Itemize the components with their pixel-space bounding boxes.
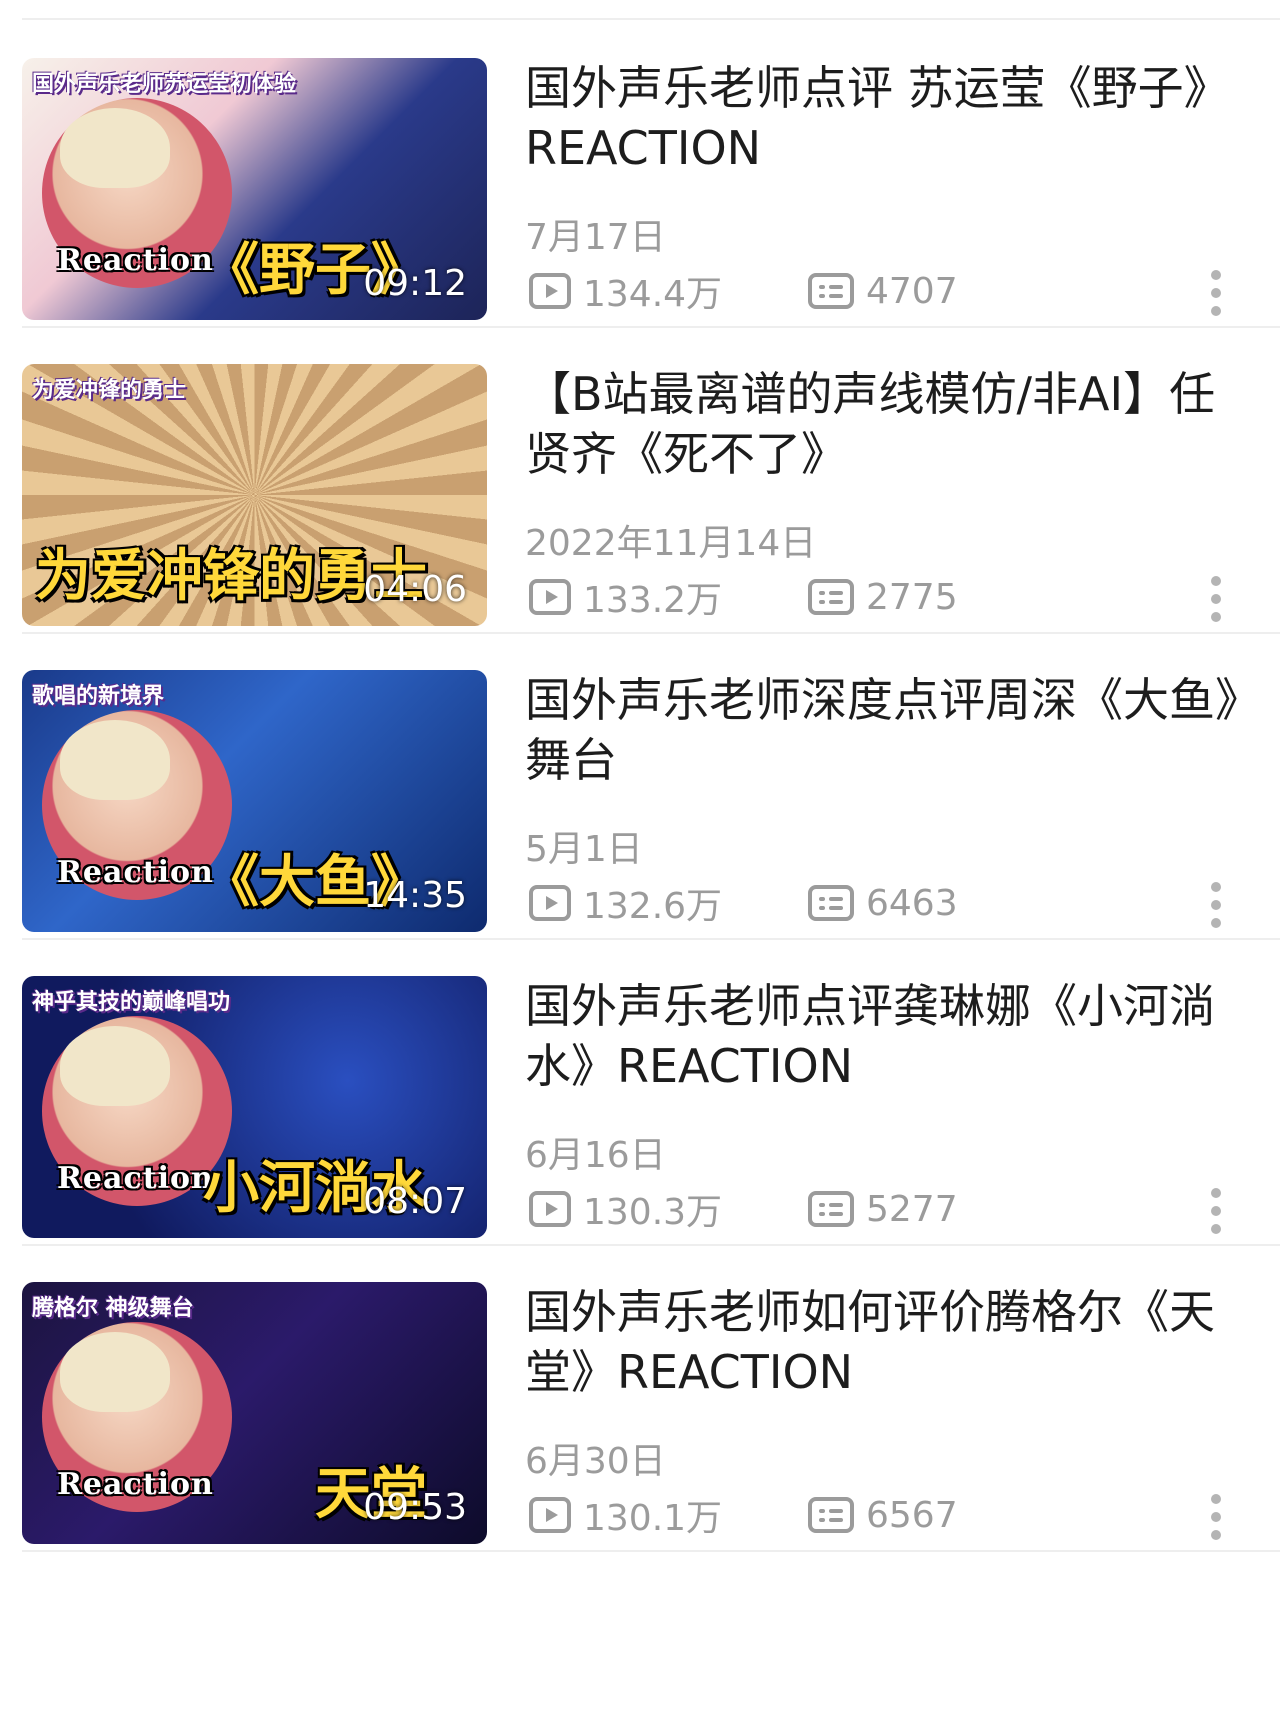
video-title[interactable]: 【B站最离谱的声线模仿/非AI】任贤齐《死不了》 bbox=[525, 364, 1240, 484]
video-duration: 08:07 bbox=[363, 1181, 467, 1222]
play-count-icon bbox=[529, 1191, 571, 1227]
danmaku-count-text: 4707 bbox=[866, 270, 958, 312]
video-list: 国外声乐老师苏运莹初体验 Reaction 《野子》 09:12 国外声乐老师点… bbox=[0, 0, 1280, 1714]
video-info: 国外声乐老师如何评价腾格尔《天堂》REACTION 6月30日 130.1万 6… bbox=[525, 1282, 1245, 1544]
video-duration: 09:12 bbox=[363, 263, 467, 304]
more-vertical-icon[interactable] bbox=[1207, 876, 1227, 932]
host-hair-shape bbox=[60, 108, 170, 188]
host-hair-shape bbox=[60, 720, 170, 800]
view-count-text: 134.4万 bbox=[583, 274, 723, 315]
view-count: 134.4万 bbox=[529, 266, 722, 316]
thumbnail-tag: 腾格尔 神级舞台 bbox=[32, 1296, 194, 1321]
thumbnail-tag: 为爱冲锋的勇士 bbox=[32, 378, 187, 403]
danmaku-count: 2775 bbox=[808, 572, 958, 622]
danmaku-count-icon bbox=[808, 273, 854, 309]
view-count-text: 130.1万 bbox=[583, 1498, 723, 1539]
view-count: 132.6万 bbox=[529, 878, 722, 928]
video-title[interactable]: 国外声乐老师点评 苏运莹《野子》REACTION bbox=[525, 58, 1240, 178]
video-card[interactable]: 为爱冲锋的勇士 为爱冲锋的勇士 04:06 【B站最离谱的声线模仿/非AI】任贤… bbox=[0, 326, 1280, 660]
upload-date: 6月16日 bbox=[525, 1135, 666, 1176]
danmaku-count: 6567 bbox=[808, 1490, 958, 1540]
host-hair-shape bbox=[60, 1332, 170, 1412]
thumbnail-reaction-label: Reaction bbox=[57, 1467, 214, 1502]
video-thumbnail[interactable]: 神乎其技的巅峰唱功 Reaction 小河淌水 08:07 bbox=[22, 976, 487, 1238]
danmaku-count-text: 2775 bbox=[866, 576, 958, 618]
view-count-text: 133.2万 bbox=[583, 580, 723, 621]
danmaku-count-icon bbox=[808, 885, 854, 921]
video-card[interactable]: 国外声乐老师苏运莹初体验 Reaction 《野子》 09:12 国外声乐老师点… bbox=[0, 20, 1280, 354]
video-card[interactable]: 歌唱的新境界 Reaction 《大鱼》 14:35 国外声乐老师深度点评周深《… bbox=[0, 632, 1280, 966]
danmaku-count: 4707 bbox=[808, 266, 958, 316]
host-hair-shape bbox=[60, 1026, 170, 1106]
video-duration: 14:35 bbox=[363, 875, 467, 916]
upload-date: 2022年11月14日 bbox=[525, 523, 817, 564]
video-stats: 133.2万 2775 bbox=[525, 572, 1245, 622]
video-stats: 134.4万 4707 bbox=[525, 266, 1245, 316]
thumbnail-reaction-label: Reaction bbox=[57, 243, 214, 278]
video-thumbnail[interactable]: 腾格尔 神级舞台 Reaction 天堂 09:53 bbox=[22, 1282, 487, 1544]
danmaku-count-text: 6463 bbox=[866, 882, 958, 924]
more-vertical-icon[interactable] bbox=[1207, 1488, 1227, 1544]
more-vertical-icon[interactable] bbox=[1207, 570, 1227, 626]
danmaku-count: 6463 bbox=[808, 878, 958, 928]
video-stats: 130.3万 5277 bbox=[525, 1184, 1245, 1234]
row-divider bbox=[22, 1550, 1280, 1552]
danmaku-count-icon bbox=[808, 1191, 854, 1227]
thumbnail-reaction-label: Reaction bbox=[57, 855, 214, 890]
danmaku-count-icon bbox=[808, 1497, 854, 1533]
video-thumbnail[interactable]: 为爱冲锋的勇士 为爱冲锋的勇士 04:06 bbox=[22, 364, 487, 626]
thumbnail-tag: 歌唱的新境界 bbox=[32, 684, 165, 709]
video-duration: 04:06 bbox=[363, 569, 467, 610]
thumbnail-tag: 神乎其技的巅峰唱功 bbox=[32, 990, 231, 1015]
video-title[interactable]: 国外声乐老师点评龚琳娜《小河淌水》REACTION bbox=[525, 976, 1240, 1096]
upload-date: 6月30日 bbox=[525, 1441, 666, 1482]
upload-date: 5月1日 bbox=[525, 829, 643, 870]
thumbnail-reaction-label: Reaction bbox=[57, 1161, 214, 1196]
video-title[interactable]: 国外声乐老师深度点评周深《大鱼》舞台 bbox=[525, 670, 1240, 790]
video-info: 国外声乐老师深度点评周深《大鱼》舞台 5月1日 132.6万 6463 bbox=[525, 670, 1245, 932]
row-divider bbox=[22, 18, 1280, 20]
view-count: 130.3万 bbox=[529, 1184, 722, 1234]
video-title[interactable]: 国外声乐老师如何评价腾格尔《天堂》REACTION bbox=[525, 1282, 1240, 1402]
more-vertical-icon[interactable] bbox=[1207, 264, 1227, 320]
video-info: 国外声乐老师点评龚琳娜《小河淌水》REACTION 6月16日 130.3万 5… bbox=[525, 976, 1245, 1238]
video-card[interactable]: 腾格尔 神级舞台 Reaction 天堂 09:53 国外声乐老师如何评价腾格尔… bbox=[0, 1244, 1280, 1578]
view-count-text: 132.6万 bbox=[583, 886, 723, 927]
play-count-icon bbox=[529, 579, 571, 615]
danmaku-count-text: 5277 bbox=[866, 1188, 958, 1230]
danmaku-count-text: 6567 bbox=[866, 1494, 958, 1536]
video-stats: 130.1万 6567 bbox=[525, 1490, 1245, 1540]
video-card[interactable]: 神乎其技的巅峰唱功 Reaction 小河淌水 08:07 国外声乐老师点评龚琳… bbox=[0, 938, 1280, 1272]
upload-date: 7月17日 bbox=[525, 217, 666, 258]
play-count-icon bbox=[529, 1497, 571, 1533]
danmaku-count-icon bbox=[808, 579, 854, 615]
video-info: 国外声乐老师点评 苏运莹《野子》REACTION 7月17日 134.4万 47… bbox=[525, 58, 1245, 320]
view-count: 130.1万 bbox=[529, 1490, 722, 1540]
view-count: 133.2万 bbox=[529, 572, 722, 622]
video-info: 【B站最离谱的声线模仿/非AI】任贤齐《死不了》 2022年11月14日 133… bbox=[525, 364, 1245, 626]
video-thumbnail[interactable]: 国外声乐老师苏运莹初体验 Reaction 《野子》 09:12 bbox=[22, 58, 487, 320]
video-thumbnail[interactable]: 歌唱的新境界 Reaction 《大鱼》 14:35 bbox=[22, 670, 487, 932]
thumbnail-tag: 国外声乐老师苏运莹初体验 bbox=[32, 72, 297, 97]
video-stats: 132.6万 6463 bbox=[525, 878, 1245, 928]
danmaku-count: 5277 bbox=[808, 1184, 958, 1234]
view-count-text: 130.3万 bbox=[583, 1192, 723, 1233]
more-vertical-icon[interactable] bbox=[1207, 1182, 1227, 1238]
video-duration: 09:53 bbox=[363, 1487, 467, 1528]
play-count-icon bbox=[529, 273, 571, 309]
play-count-icon bbox=[529, 885, 571, 921]
